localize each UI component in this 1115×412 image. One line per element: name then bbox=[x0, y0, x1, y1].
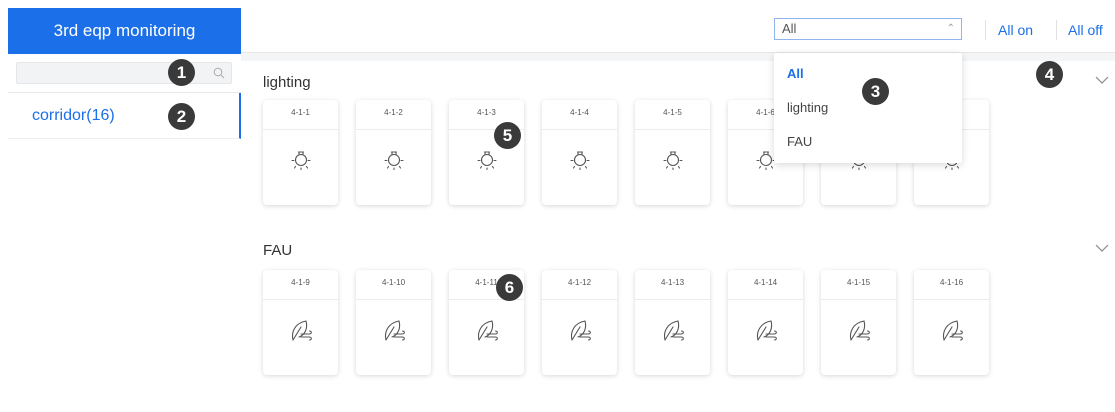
sidebar-title-text: 3rd eqp monitoring bbox=[53, 21, 196, 40]
fan-leaf-icon bbox=[942, 320, 963, 341]
device-id-label: 4-1-12 bbox=[567, 278, 592, 287]
fan-leaf-icon bbox=[477, 320, 498, 341]
annotation-marker-3: 3 bbox=[862, 78, 889, 105]
device-card-fau[interactable]: 4-1-15 bbox=[821, 270, 896, 375]
fan-leaf-icon bbox=[291, 320, 312, 341]
sidebar-item-label: corridor(16) bbox=[32, 106, 115, 124]
card-divider bbox=[914, 299, 989, 300]
device-card-fau[interactable]: 4-1-9 bbox=[263, 270, 338, 375]
main-panel: All ⌃ All on All off lighting 4-1-1 4-1-… bbox=[241, 8, 1115, 412]
section-fau: FAU 4-1-9 4-1-10 4-1-11 4-1-12 4-1-13 4-… bbox=[241, 229, 1115, 412]
dropdown-option-fau[interactable]: FAU bbox=[774, 125, 962, 159]
lightbulb-icon bbox=[384, 151, 404, 171]
device-id-label: 4-1-15 bbox=[846, 278, 871, 287]
all-on-button[interactable]: All on bbox=[998, 20, 1033, 40]
device-card-fau[interactable]: 4-1-16 bbox=[914, 270, 989, 375]
device-id-label: 4-1-13 bbox=[660, 278, 685, 287]
card-divider bbox=[263, 299, 338, 300]
section-title: lighting bbox=[263, 74, 311, 91]
fan-leaf-icon bbox=[570, 320, 591, 341]
device-card-fau[interactable]: 4-1-13 bbox=[635, 270, 710, 375]
card-divider bbox=[635, 299, 710, 300]
search-icon[interactable] bbox=[213, 67, 225, 79]
device-card-fau[interactable]: 4-1-10 bbox=[356, 270, 431, 375]
device-id-label: 4-1-5 bbox=[663, 108, 682, 117]
chevron-up-icon: ⌃ bbox=[946, 23, 955, 34]
annotation-marker-4: 4 bbox=[1036, 61, 1063, 88]
annotation-marker-2: 2 bbox=[168, 103, 195, 130]
device-card-fau[interactable]: 4-1-12 bbox=[542, 270, 617, 375]
chevron-down-icon[interactable] bbox=[1095, 241, 1109, 255]
device-id-label: 4-1-1 bbox=[291, 108, 310, 117]
lightbulb-icon bbox=[477, 151, 497, 171]
lightbulb-icon bbox=[291, 151, 311, 171]
sidebar-title: 3rd eqp monitoring bbox=[8, 8, 241, 54]
top-toolbar: All ⌃ All on All off bbox=[241, 8, 1115, 53]
search-field[interactable] bbox=[16, 62, 232, 84]
device-card-lighting[interactable]: 4-1-4 bbox=[542, 100, 617, 205]
lightbulb-icon bbox=[663, 151, 683, 171]
fan-leaf-icon bbox=[663, 320, 684, 341]
card-divider bbox=[728, 299, 803, 300]
category-filter-select[interactable]: All ⌃ bbox=[774, 18, 962, 40]
annotation-marker-1: 1 bbox=[168, 59, 195, 86]
card-divider bbox=[821, 299, 896, 300]
device-id-label: 4-1-2 bbox=[384, 108, 403, 117]
device-card-lighting[interactable]: 4-1-5 bbox=[635, 100, 710, 205]
fan-leaf-icon bbox=[384, 320, 405, 341]
device-card-lighting[interactable]: 4-1-1 bbox=[263, 100, 338, 205]
lightbulb-icon bbox=[570, 151, 590, 171]
card-divider bbox=[635, 129, 710, 130]
toolbar-divider bbox=[1056, 20, 1057, 40]
card-divider bbox=[542, 299, 617, 300]
device-id-label: 4-1-9 bbox=[291, 278, 310, 287]
toolbar-divider bbox=[985, 20, 986, 40]
card-divider bbox=[542, 129, 617, 130]
category-filter-dropdown: All lighting FAU bbox=[774, 53, 962, 163]
device-id-label: 4-1-4 bbox=[570, 108, 589, 117]
annotation-marker-6: 6 bbox=[496, 274, 523, 301]
device-card-fau[interactable]: 4-1-14 bbox=[728, 270, 803, 375]
card-divider bbox=[356, 129, 431, 130]
card-divider bbox=[263, 129, 338, 130]
device-card-lighting[interactable]: 4-1-2 bbox=[356, 100, 431, 205]
sidebar-item-corridor[interactable]: corridor(16) bbox=[8, 93, 241, 139]
section-title: FAU bbox=[263, 242, 293, 259]
fan-leaf-icon bbox=[849, 320, 870, 341]
device-id-label: 4-1-14 bbox=[753, 278, 778, 287]
card-divider bbox=[356, 299, 431, 300]
section-lighting: lighting 4-1-1 4-1-2 4-1-3 4-1-4 4-1-5 4… bbox=[241, 61, 1115, 244]
sidebar: 3rd eqp monitoring corridor(16) bbox=[0, 0, 241, 412]
device-id-label: 4-1-10 bbox=[381, 278, 406, 287]
device-id-label: 4-1-16 bbox=[939, 278, 964, 287]
device-card-lighting[interactable]: 4-1-3 bbox=[449, 100, 524, 205]
device-id-label: 4-1-3 bbox=[477, 108, 496, 117]
category-filter-value: All bbox=[782, 21, 797, 36]
fan-leaf-icon bbox=[756, 320, 777, 341]
chevron-down-icon[interactable] bbox=[1095, 73, 1109, 87]
all-off-button[interactable]: All off bbox=[1068, 20, 1103, 40]
annotation-marker-5: 5 bbox=[494, 122, 521, 149]
